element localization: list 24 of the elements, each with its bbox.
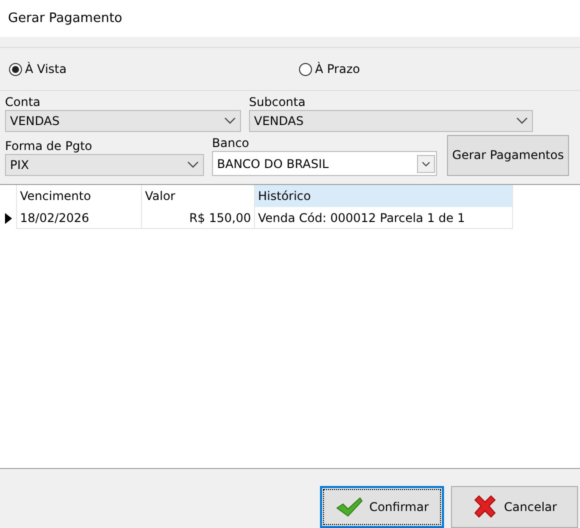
payment-method-dropdown[interactable]: PIX (5, 154, 204, 176)
field-label: Banco (212, 136, 250, 150)
radio-label[interactable]: À Prazo (315, 62, 360, 76)
bank-dropdown[interactable]: BANCO DO BRASIL (212, 151, 437, 176)
table-cell: R$ 150,00 (142, 207, 255, 229)
field-label: Subconta (249, 95, 306, 109)
window-title: Gerar Pagamento (8, 11, 122, 26)
column-header[interactable]: Vencimento (17, 185, 142, 207)
table-cell: 18/02/2026 (17, 207, 142, 229)
confirm-button[interactable]: Confirmar (320, 486, 444, 528)
radio-button[interactable] (299, 62, 312, 76)
column-header[interactable]: Histórico (255, 185, 513, 207)
field-label: Forma de Pgto (5, 139, 94, 153)
column-header[interactable]: Valor (142, 185, 255, 207)
cancel-button[interactable]: Cancelar (451, 486, 578, 528)
conta-dropdown[interactable]: VENDAS (5, 110, 241, 132)
subconta-dropdown[interactable]: VENDAS (249, 110, 533, 132)
radio-label[interactable]: À Vista (25, 62, 67, 76)
cross-icon (472, 495, 498, 519)
table-cell: Venda Cód: 000012 Parcela 1 de 1 (255, 207, 513, 229)
generate-payments-button[interactable]: Gerar Pagamentos (447, 135, 569, 176)
radio-button[interactable] (9, 62, 22, 76)
field-label: Conta (5, 95, 42, 109)
checkmark-icon (335, 496, 364, 518)
